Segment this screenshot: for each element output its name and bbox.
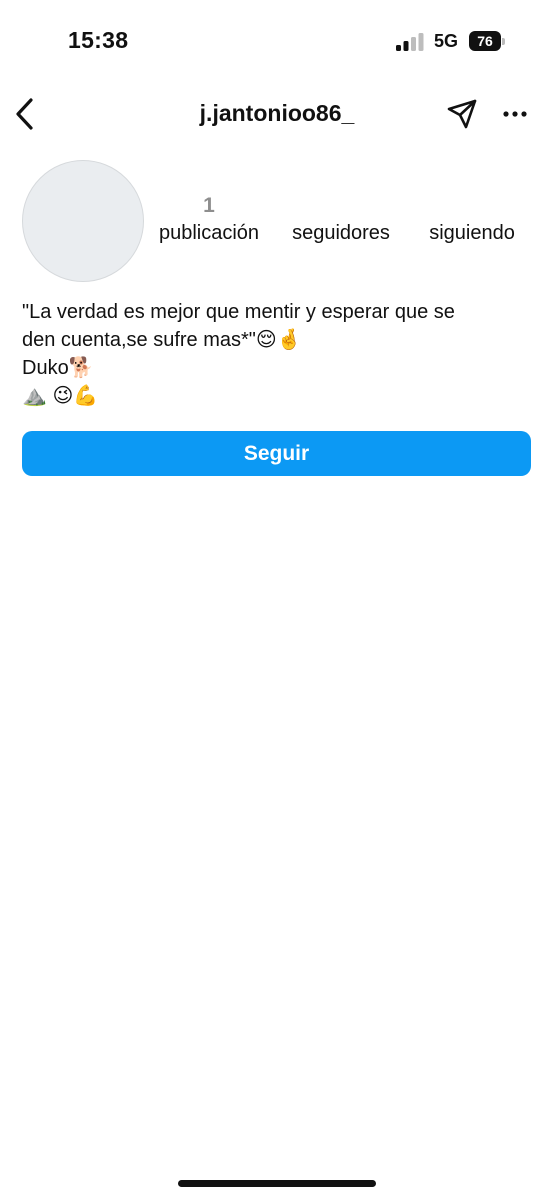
send-message-button[interactable] [444,96,480,132]
bio-line: ⛰️ 😉💪 [22,385,99,407]
bio-line: Duko🐕 [22,357,94,379]
status-bar: 15:38 5G 76 [0,0,554,86]
more-options-button[interactable] [498,98,532,130]
following-count [414,194,530,218]
nav-bar: j.jantonioo86_ [0,86,554,142]
bio-line: "La verdad es mejor que mentir y esperar… [22,301,455,323]
network-label: 5G [434,31,459,51]
more-horizontal-icon [503,111,527,117]
status-time: 15:38 [68,27,129,53]
followers-count [282,194,400,218]
posts-count: 1 [203,194,215,217]
following-stat[interactable]: siguiendo [414,194,530,245]
followers-label: seguidores [292,222,390,244]
paper-plane-icon [447,99,477,129]
home-indicator[interactable] [178,1180,376,1187]
posts-label: publicación [158,222,260,244]
signal-bars-icon [396,33,424,51]
profile-page: 15:38 5G 76 j.jantonioo86_ 1 publicación… [0,0,554,1200]
battery-level: 76 [469,31,501,51]
avatar[interactable] [22,160,144,282]
follow-button[interactable]: Seguir [22,431,531,476]
followers-stat[interactable]: seguidores [282,194,400,245]
following-label: siguiendo [429,222,515,244]
posts-stat[interactable]: 1 publicación [150,194,268,245]
profile-bio: "La verdad es mejor que mentir y esperar… [22,298,534,410]
battery-tip [502,37,505,45]
battery-icon: 76 [469,31,505,51]
bio-line: den cuenta,se sufre mas*"😌🤞 [22,329,302,351]
